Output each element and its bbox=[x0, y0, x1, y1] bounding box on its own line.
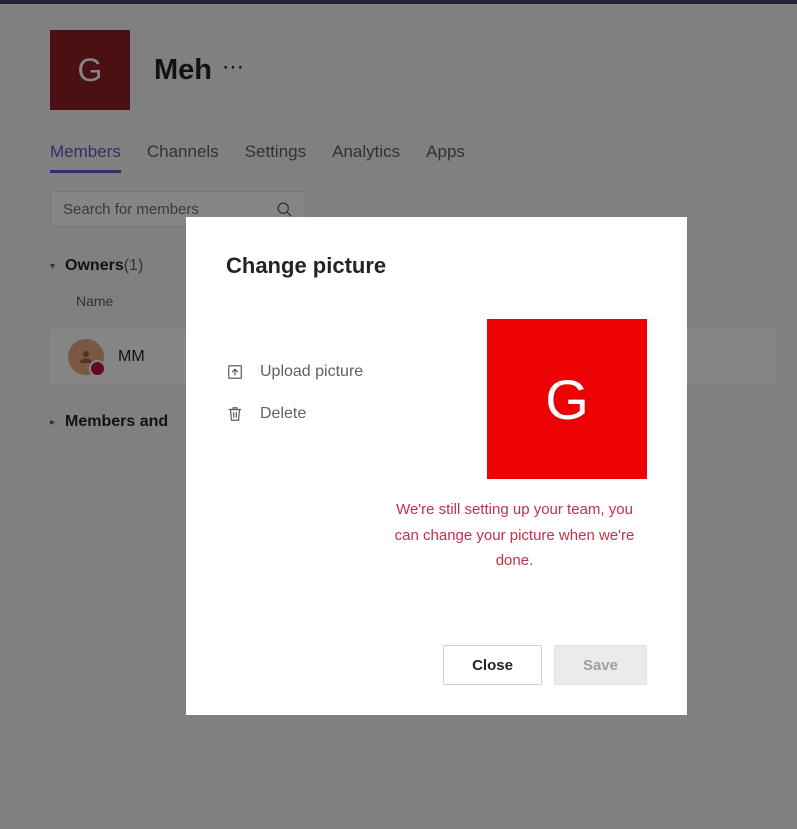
modal-actions: Upload picture Delete bbox=[226, 319, 382, 645]
close-button[interactable]: Close bbox=[443, 645, 542, 685]
preview-avatar: G bbox=[487, 319, 647, 479]
change-picture-modal: Change picture Upload picture Delete G W… bbox=[186, 217, 687, 715]
modal-body: Upload picture Delete G We're still sett… bbox=[226, 319, 647, 645]
preview-column: G We're still setting up your team, you … bbox=[382, 319, 647, 645]
upload-label: Upload picture bbox=[260, 363, 363, 381]
upload-picture-button[interactable]: Upload picture bbox=[226, 363, 382, 381]
modal-title: Change picture bbox=[226, 253, 647, 279]
warning-message: We're still setting up your team, you ca… bbox=[382, 497, 647, 574]
trash-icon bbox=[226, 405, 244, 423]
delete-label: Delete bbox=[260, 405, 306, 423]
modal-footer: Close Save bbox=[226, 645, 647, 685]
save-button: Save bbox=[554, 645, 647, 685]
delete-picture-button[interactable]: Delete bbox=[226, 405, 382, 423]
upload-icon bbox=[226, 363, 244, 381]
